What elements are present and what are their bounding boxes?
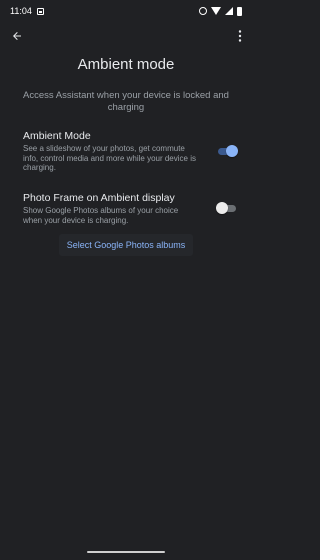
back-button[interactable] (7, 26, 27, 46)
photo-frame-toggle[interactable] (216, 202, 238, 214)
page-description: Access Assistant when your device is loc… (23, 90, 229, 113)
app-bar (0, 24, 252, 48)
toggle-thumb (216, 202, 228, 214)
alarm-icon (199, 7, 207, 15)
photo-frame-summary: Show Google Photos albums of your choice… (23, 206, 179, 225)
more-options-button[interactable] (232, 26, 248, 46)
signal-icon (225, 7, 233, 15)
page-title: Ambient mode (77, 56, 175, 73)
select-albums-button[interactable]: Select Google Photos albums (59, 234, 193, 256)
more-vert-icon (238, 30, 242, 42)
status-time: 11:04 (10, 6, 32, 16)
ambient-mode-toggle[interactable] (216, 145, 238, 157)
wifi-icon (211, 7, 221, 15)
photo-icon (36, 7, 44, 15)
toggle-thumb (226, 145, 238, 157)
ambient-mode-title: Ambient Mode (23, 130, 91, 142)
ambient-mode-setting[interactable]: Ambient Mode See a slideshow of your pho… (23, 130, 238, 173)
arrow-back-icon (13, 32, 21, 40)
ambient-mode-summary: See a slideshow of your photos, get comm… (23, 144, 196, 173)
battery-charging-icon (237, 6, 242, 16)
status-bar: 11:04 (0, 0, 252, 22)
home-indicator[interactable] (87, 551, 165, 553)
photo-frame-setting[interactable]: Photo Frame on Ambient display Show Goog… (23, 192, 238, 225)
photo-frame-title: Photo Frame on Ambient display (23, 192, 175, 204)
